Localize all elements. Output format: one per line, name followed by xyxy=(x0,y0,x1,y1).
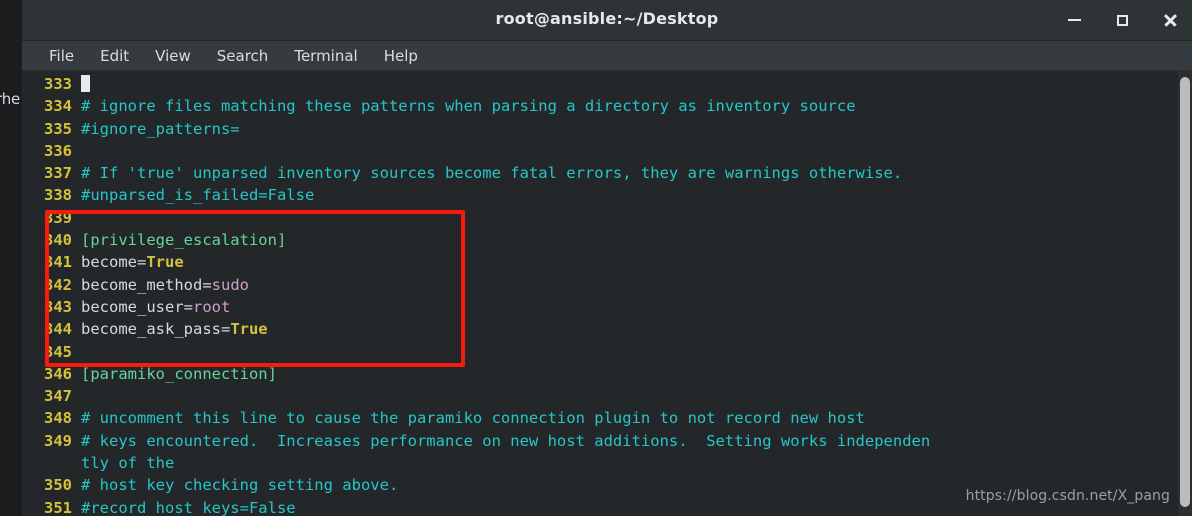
line-number: 345 xyxy=(44,342,72,361)
line-number: 350 xyxy=(44,476,72,495)
scrollbar-thumb[interactable] xyxy=(1180,77,1190,507)
terminal-window: root@ansible:~/Desktop File Edit View Se… xyxy=(22,0,1192,516)
menu-item-terminal[interactable]: Terminal xyxy=(281,45,370,67)
window-controls xyxy=(1062,0,1182,40)
code-segment-key: become_ask_pass= xyxy=(81,320,231,339)
code-segment-comment: # ignore files matching these patterns w… xyxy=(81,97,856,116)
code-segment-section: [privilege_escalation] xyxy=(81,231,287,250)
watermark: https://blog.csdn.net/X_pang xyxy=(965,488,1170,504)
terminal-line: 346 [paramiko_connection] xyxy=(22,363,1178,385)
line-number: 344 xyxy=(44,320,72,339)
code-segment-val: sudo xyxy=(211,275,249,294)
vertical-scrollbar[interactable] xyxy=(1178,71,1192,516)
menu-item-help[interactable]: Help xyxy=(371,45,431,67)
code-segment-bool: True xyxy=(146,253,184,272)
code-segment-continuation: tly of the xyxy=(81,454,175,473)
terminal-line: 343 become_user=root xyxy=(22,296,1178,318)
terminal-line: 344 become_ask_pass=True xyxy=(22,318,1178,340)
maximize-icon xyxy=(1116,14,1128,26)
line-number: 347 xyxy=(44,387,72,406)
code-segment-key: become_method= xyxy=(81,275,212,294)
menu-item-search[interactable]: Search xyxy=(204,45,282,67)
code-segment-key: become_user= xyxy=(81,297,193,316)
terminal-line: 333 xyxy=(22,73,1178,95)
background-desktop xyxy=(0,0,22,516)
terminal-line: 347 xyxy=(22,385,1178,407)
line-number: 334 xyxy=(44,97,72,116)
menu-item-file[interactable]: File xyxy=(36,45,87,67)
code-segment-key: become= xyxy=(81,253,147,272)
line-number: 346 xyxy=(44,364,72,383)
line-number: 338 xyxy=(44,186,72,205)
code-segment-comment: #record_host_keys=False xyxy=(81,498,296,516)
line-number: 339 xyxy=(44,208,72,227)
line-number: 343 xyxy=(44,297,72,316)
code-segment-bool: True xyxy=(230,320,268,339)
terminal-line: 349 # keys encountered. Increases perform… xyxy=(22,430,1178,475)
line-number: 335 xyxy=(44,119,72,138)
text-cursor xyxy=(81,75,90,92)
code-segment-comment: #unparsed_is_failed=False xyxy=(81,186,315,205)
title-bar[interactable]: root@ansible:~/Desktop xyxy=(22,0,1192,41)
terminal-line: 348 # uncomment this line to cause the pa… xyxy=(22,407,1178,429)
line-number: 348 xyxy=(44,409,72,428)
minimize-button[interactable] xyxy=(1062,8,1086,32)
close-icon xyxy=(1163,13,1177,27)
menu-item-view[interactable]: View xyxy=(142,45,204,67)
terminal-line: 337 # If 'true' unparsed inventory source… xyxy=(22,162,1178,184)
terminal-line: 334 # ignore files matching these pattern… xyxy=(22,95,1178,117)
line-number: 340 xyxy=(44,231,72,250)
terminal-line: 340 [privilege_escalation] xyxy=(22,229,1178,251)
code-segment-comment: # keys encountered. Increases performanc… xyxy=(81,431,931,450)
line-number: 351 xyxy=(44,498,72,516)
code-segment-comment: #ignore_patterns= xyxy=(81,119,240,138)
code-segment-val: root xyxy=(192,297,231,316)
screen: rhe root@ansible:~/Desktop File Edit Vie… xyxy=(0,0,1192,516)
window-title: root@ansible:~/Desktop xyxy=(495,9,719,28)
line-number: 337 xyxy=(44,164,72,183)
line-number: 349 xyxy=(44,431,72,450)
terminal-line: 341 become=True xyxy=(22,251,1178,273)
terminal-body[interactable]: 333 334 # ignore files matching these patt… xyxy=(22,71,1192,516)
code-segment-comment: # uncomment this line to cause the param… xyxy=(81,409,865,428)
code-segment-comment: # host key checking setting above. xyxy=(81,476,399,495)
menu-bar: File Edit View Search Terminal Help xyxy=(22,41,1192,71)
code-segment-section: [paramiko_connection] xyxy=(81,364,277,383)
minimize-icon xyxy=(1067,19,1081,21)
line-number: 342 xyxy=(44,275,72,294)
line-number: 333 xyxy=(44,75,72,93)
terminal-text-area: 333 334 # ignore files matching these patt… xyxy=(22,73,1178,516)
terminal-line: 336 xyxy=(22,140,1178,162)
terminal-line: 338 #unparsed_is_failed=False xyxy=(22,184,1178,206)
menu-item-edit[interactable]: Edit xyxy=(87,45,142,67)
line-number: 341 xyxy=(44,253,72,272)
terminal-line: 345 xyxy=(22,341,1178,363)
maximize-button[interactable] xyxy=(1110,8,1134,32)
terminal-line: 339 xyxy=(22,207,1178,229)
code-segment-comment: # If 'true' unparsed inventory sources b… xyxy=(81,164,903,183)
background-window-partial-text: rhe xyxy=(0,90,21,108)
terminal-line: 335 #ignore_patterns= xyxy=(22,118,1178,140)
close-button[interactable] xyxy=(1158,8,1182,32)
line-number: 336 xyxy=(44,141,72,160)
line-number-placeholder: --- xyxy=(22,452,72,474)
terminal-line: 342 become_method=sudo xyxy=(22,274,1178,296)
